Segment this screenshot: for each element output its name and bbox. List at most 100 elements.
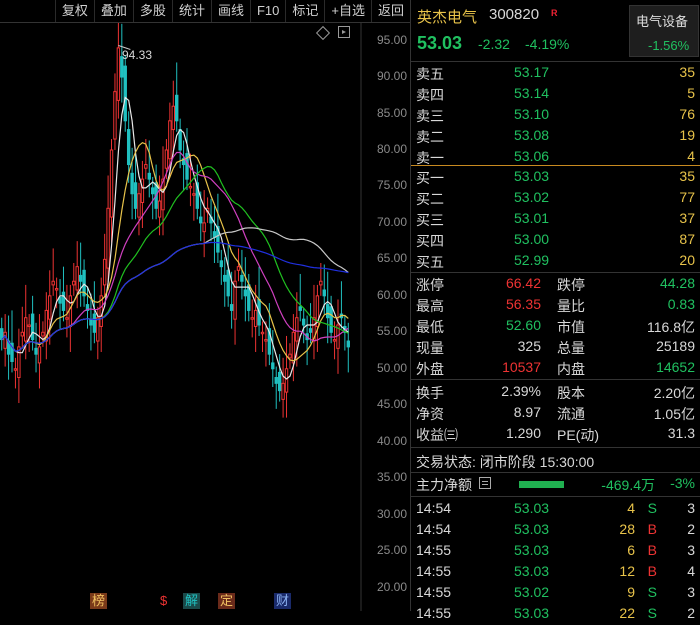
- bid-label: 买三: [416, 212, 444, 228]
- draw-line-button[interactable]: 画线: [210, 0, 250, 22]
- bid-volume: 37: [679, 210, 695, 226]
- ask-label: 卖五: [416, 66, 444, 82]
- outer-disk-value: 10537: [502, 359, 541, 375]
- list-icon[interactable]: [479, 477, 491, 489]
- candle-body: [78, 274, 83, 282]
- candle-body: [178, 129, 182, 151]
- divider: [411, 272, 700, 273]
- margin-trading-badge: R: [551, 8, 558, 18]
- ask-level-row: 卖五 53.17 35: [411, 63, 699, 84]
- limit-up-value: 66.42: [505, 275, 541, 291]
- candle-body: [301, 318, 306, 326]
- unlock-badge[interactable]: 解: [183, 593, 201, 609]
- ask-volume: 5: [687, 85, 695, 101]
- ask-volume: 4: [687, 148, 695, 164]
- candle-body: [150, 187, 155, 195]
- y-tick-label: 35.00: [376, 470, 407, 485]
- divider: [411, 472, 700, 473]
- candle-body: [271, 362, 275, 370]
- tick-price: 53.03: [514, 605, 550, 621]
- financial-badge[interactable]: 财: [274, 593, 292, 609]
- kline-chart[interactable]: [0, 23, 410, 611]
- multi-stock-button[interactable]: 多股: [132, 0, 172, 22]
- kline-chart-area[interactable]: 95.00 90.00 85.00 80.00 75.00 70.00 65.00 60.00…: [0, 23, 410, 611]
- candle-body: [61, 291, 66, 311]
- tick-side: S: [647, 500, 657, 516]
- y-tick-label: 50.00: [376, 360, 407, 375]
- trade-status-row: 交易状态: 闭市阶段 15:30:00: [411, 451, 699, 472]
- eps-value: 1.290: [505, 425, 541, 441]
- candle-body: [277, 371, 282, 392]
- candle-body: [113, 91, 117, 140]
- sector-box[interactable]: 电气设备 -1.56%: [629, 5, 699, 57]
- bid-price: 53.02: [514, 189, 550, 205]
- high-label: 最高: [416, 298, 444, 314]
- price-change-pct: -4.19%: [525, 36, 570, 52]
- tick-row: 14:54 53.03 4 S 3: [411, 499, 699, 520]
- candle-body: [41, 331, 45, 337]
- bid-volume: 20: [679, 252, 695, 268]
- f10-button[interactable]: F10: [249, 0, 285, 22]
- pe-label: PE(动): [557, 427, 599, 443]
- main-flow-value: -469.4万: [601, 477, 655, 493]
- candle-body: [54, 288, 59, 291]
- bid-volume: 77: [679, 189, 695, 205]
- candle-body: [250, 317, 254, 320]
- bid-ask-divider: [411, 165, 700, 166]
- share-capital-label: 股本: [557, 385, 585, 401]
- y-tick-label: 25.00: [376, 543, 407, 558]
- tick-price: 53.03: [514, 542, 550, 558]
- add-watchlist-button[interactable]: +自选: [324, 0, 371, 22]
- restore-rights-button[interactable]: 复权: [54, 0, 94, 22]
- tick-time: 14:55: [416, 542, 452, 558]
- ask-label: 卖四: [416, 87, 444, 103]
- sector-change: -1.56%: [648, 38, 690, 53]
- candle-body: [168, 120, 172, 160]
- candle-body: [253, 309, 258, 327]
- candle-body: [243, 289, 248, 297]
- tick-side: S: [647, 605, 657, 621]
- dollar-badge[interactable]: $: [158, 593, 169, 609]
- stock-code: 300820: [489, 6, 540, 23]
- placement-badge[interactable]: 定: [218, 593, 236, 609]
- candle-body: [106, 207, 110, 269]
- y-tick-label: 45.00: [376, 397, 407, 412]
- tick-side: B: [647, 521, 657, 537]
- eps-label: 收益㈢: [416, 427, 458, 443]
- main-flow-pct: -3%: [670, 475, 695, 491]
- candle-body: [123, 65, 127, 122]
- bid-level-row: 买五 52.99 20: [411, 251, 699, 272]
- candle-body: [226, 269, 230, 297]
- statistics-button[interactable]: 统计: [171, 0, 211, 22]
- overlay-button[interactable]: 叠加: [93, 0, 133, 22]
- ranking-badge[interactable]: 榜: [90, 593, 108, 609]
- candle-body: [37, 346, 42, 364]
- candle-body: [229, 304, 234, 311]
- mark-button[interactable]: 标记: [285, 0, 324, 22]
- tick-time: 14:54: [416, 521, 452, 537]
- candle-body: [329, 306, 333, 333]
- candle-body: [34, 347, 38, 355]
- candle-body: [164, 149, 169, 169]
- bid-level-row: 买四 53.00 87: [411, 230, 699, 251]
- y-tick-label: 95.00: [376, 32, 407, 47]
- collapse-panel-icon[interactable]: [338, 26, 350, 38]
- stats-row-limit: 涨停 66.42 跌停 44.28: [411, 274, 699, 295]
- volume-ratio-value: 0.83: [667, 296, 695, 312]
- current-volume-value: 325: [517, 338, 541, 354]
- tick-row: 14:55 53.03 6 B 3: [411, 541, 699, 562]
- bid-level-row: 买三 53.01 37: [411, 209, 699, 230]
- candle-body: [24, 317, 28, 342]
- candle-body: [202, 222, 206, 233]
- divider: [411, 379, 700, 380]
- candle-body: [68, 295, 73, 327]
- bid-label: 买四: [416, 233, 444, 249]
- back-button[interactable]: 返回: [370, 0, 410, 22]
- candle-body: [27, 324, 31, 327]
- stock-name[interactable]: 英杰电气: [417, 6, 477, 27]
- y-tick-label: 65.00: [376, 251, 407, 266]
- candle-body: [260, 331, 265, 335]
- candle-body: [109, 149, 114, 218]
- candle-body: [137, 193, 141, 218]
- tick-row: 14:55 53.02 9 S 3: [411, 583, 699, 604]
